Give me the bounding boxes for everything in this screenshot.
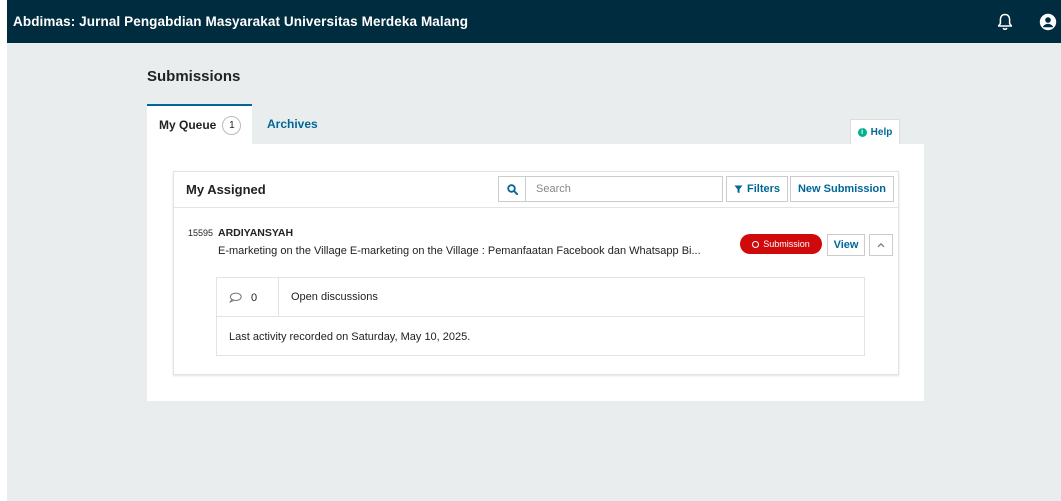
submission-details: 0 Open discussions Last activity recorde… [216,277,865,356]
info-icon: i [857,128,867,137]
queue-count-badge: 1 [222,115,242,135]
filter-icon [734,185,743,193]
list-title: My Assigned [186,182,266,197]
tab-my-queue[interactable]: My Queue 1 [147,104,252,144]
discussion-count-value: 0 [251,291,258,304]
new-submission-label: New Submission [797,183,887,195]
tab-archives[interactable]: Archives [255,104,345,144]
view-button[interactable]: View [827,234,865,256]
view-label: View [833,239,859,251]
collapse-button[interactable] [869,234,893,256]
tab-archives-label: Archives [267,117,318,131]
search-icon[interactable] [499,177,526,201]
last-activity-text: Last activity recorded on Saturday, May … [229,331,471,343]
filters-label: Filters [746,183,780,195]
user-icon[interactable] [1037,11,1059,33]
help-label: Help [870,127,893,138]
list-header: My Assigned Filters [174,172,898,208]
discussion-label: Open discussions [291,291,378,303]
discussions-row[interactable]: 0 Open discussions [217,278,864,317]
queue-panel: My Assigned Filters [147,144,924,401]
chevron-up-icon [877,242,885,248]
discussion-count: 0 [217,278,279,317]
submission-author: ARDIYANSYAH [218,227,294,239]
search-input[interactable] [526,183,716,195]
stage-badge: Submission [740,234,822,254]
submissions-list-card: My Assigned Filters [173,171,899,375]
filters-button[interactable]: Filters [726,176,788,202]
stage-label: Submission [763,239,810,249]
app-frame: Abdimas: Jurnal Pengabdian Masyarakat Un… [7,0,1061,501]
page-title: Submissions [147,68,241,85]
submission-title[interactable]: E-marketing on the Village E-marketing o… [218,245,728,257]
stage-circle-icon [752,240,760,248]
search-box [498,176,723,202]
top-header: Abdimas: Jurnal Pengabdian Masyarakat Un… [7,0,1061,43]
site-title[interactable]: Abdimas: Jurnal Pengabdian Masyarakat Un… [7,14,468,29]
bell-icon[interactable] [994,11,1016,33]
help-button[interactable]: i Help [850,119,900,145]
tab-my-queue-label: My Queue [159,118,217,132]
comment-icon [229,292,242,303]
submission-id: 15595 [188,228,214,238]
new-submission-button[interactable]: New Submission [790,176,894,202]
